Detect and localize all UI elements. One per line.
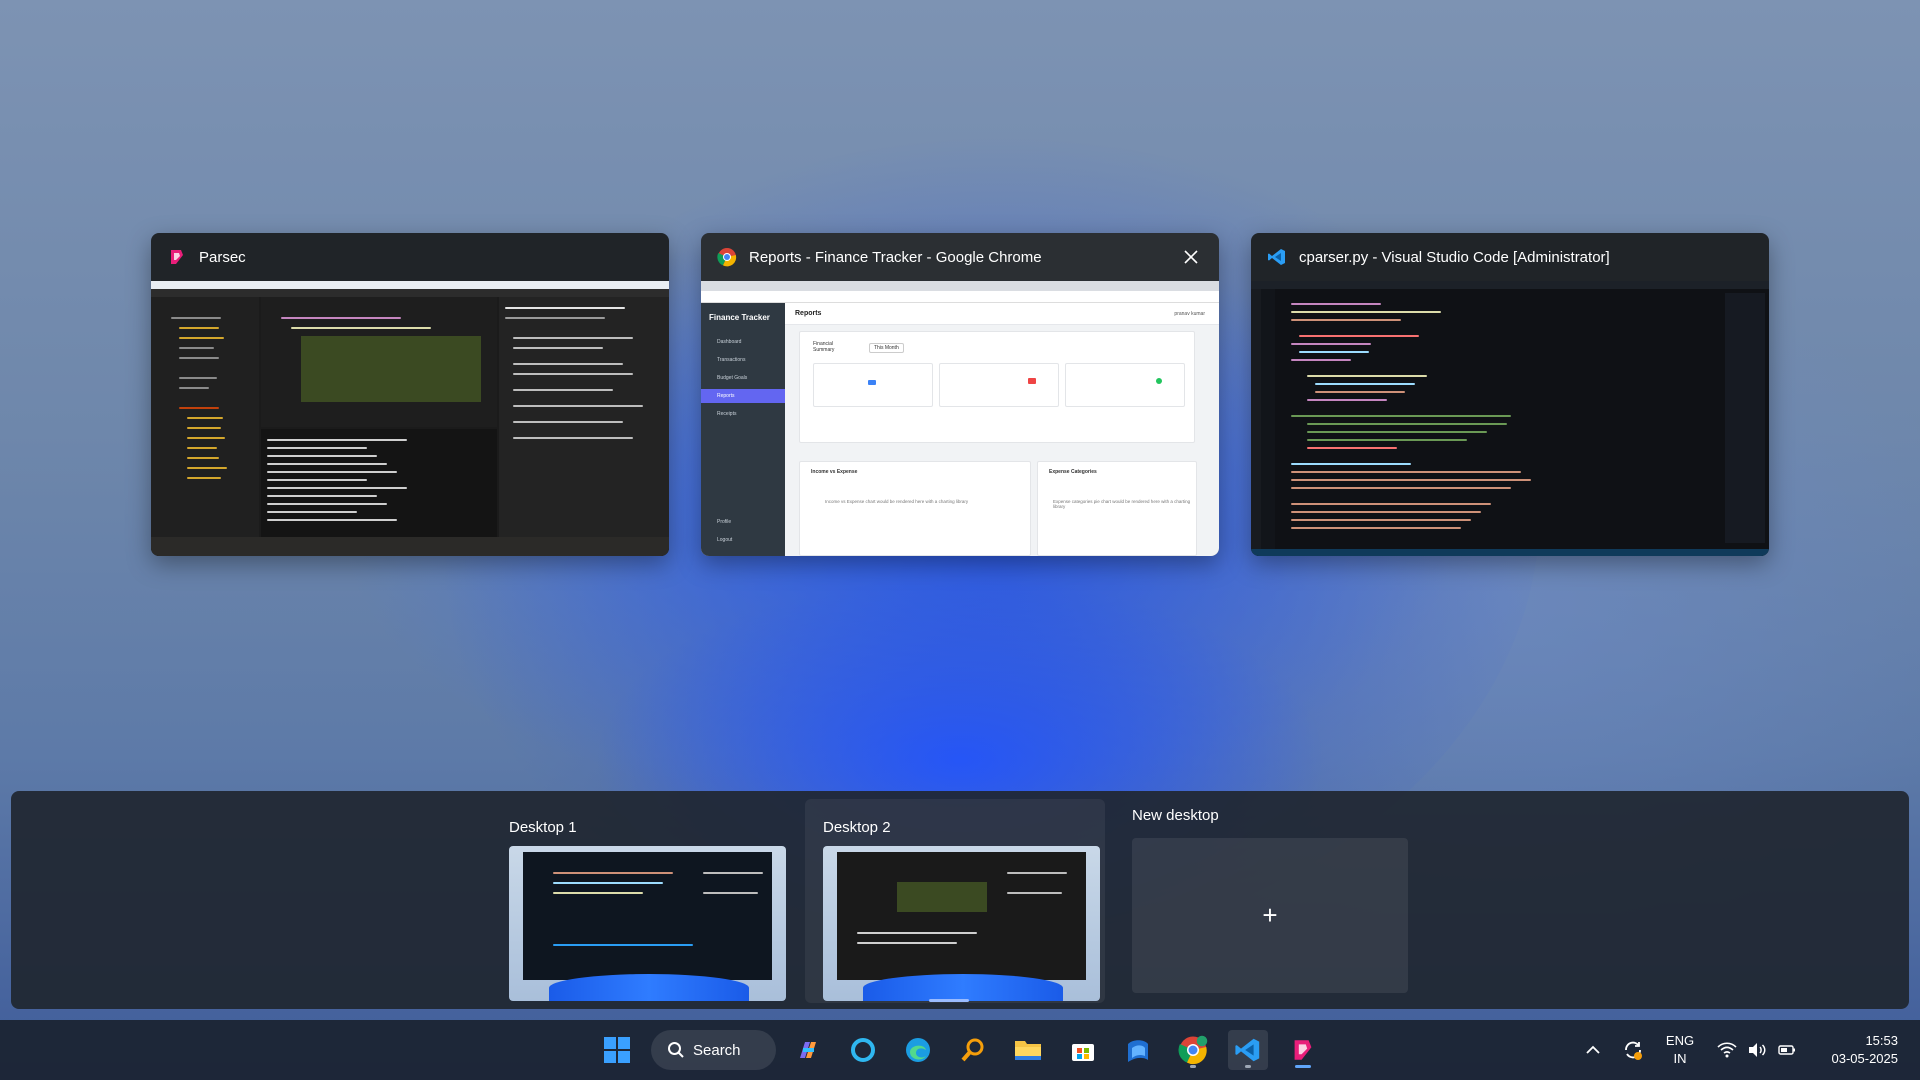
preview-nav-item: Transactions xyxy=(717,357,746,363)
desktop-preview xyxy=(823,846,1100,1001)
battery-icon xyxy=(1778,1045,1795,1055)
close-window-button[interactable] xyxy=(1179,245,1203,269)
preview-card-categories: Expense Categories xyxy=(1049,469,1097,475)
new-desktop-button[interactable]: + xyxy=(1132,838,1408,993)
window-card-chrome[interactable]: Reports - Finance Tracker - Google Chrom… xyxy=(701,233,1219,556)
start-button[interactable] xyxy=(597,1030,637,1070)
window-title: Reports - Finance Tracker - Google Chrom… xyxy=(749,248,1042,266)
window-preview-vscode xyxy=(1251,281,1769,556)
chrome-icon xyxy=(1178,1035,1208,1065)
start-icon xyxy=(604,1037,630,1063)
file-explorer-button[interactable] xyxy=(1008,1030,1048,1070)
taskbar: Search ENG IN 15:53 03-05-2025 xyxy=(0,1020,1920,1080)
taskbar-search[interactable]: Search xyxy=(651,1030,776,1070)
window-header: cparser.py - Visual Studio Code [Adminis… xyxy=(1251,233,1769,281)
preview-nav-item: Dashboard xyxy=(717,339,742,345)
preview-card-income: Income vs Expense xyxy=(811,469,858,475)
preview-income-note: Income vs Expense chart would be rendere… xyxy=(825,499,969,504)
wifi-icon xyxy=(1717,1042,1737,1058)
plus-icon: + xyxy=(1262,900,1278,930)
preview-app-title: Finance Tracker xyxy=(709,313,770,322)
parsec-taskbar-button[interactable] xyxy=(1283,1030,1323,1070)
vscode-icon xyxy=(1235,1038,1260,1062)
copilot-button[interactable] xyxy=(788,1030,828,1070)
parsec-icon xyxy=(171,250,183,264)
edge-button[interactable] xyxy=(898,1030,938,1070)
vscode-icon xyxy=(1268,249,1285,265)
new-desktop-label: New desktop xyxy=(1132,807,1219,824)
running-indicator xyxy=(1190,1065,1196,1068)
desktop-label: Desktop 2 xyxy=(823,819,891,836)
running-indicator xyxy=(1245,1065,1251,1068)
language-code: ENG xyxy=(1665,1033,1695,1048)
chevron-up-icon xyxy=(1586,1045,1600,1054)
window-card-parsec[interactable]: Parsec xyxy=(151,233,669,556)
window-preview-parsec xyxy=(151,281,669,556)
desktop-preview xyxy=(509,846,786,1001)
cortana-icon xyxy=(851,1038,875,1062)
preview-nav-item: Reports xyxy=(701,389,785,403)
preview-page-title: Reports xyxy=(795,310,822,317)
search-icon xyxy=(668,1042,684,1058)
preview-categories-note: Expense categories pie chart would be re… xyxy=(1053,499,1191,509)
search-tool-icon xyxy=(961,1038,984,1062)
sync-icon xyxy=(1625,1041,1642,1060)
window-header: Reports - Finance Tracker - Google Chrom… xyxy=(701,233,1219,281)
store-button[interactable] xyxy=(1063,1030,1103,1070)
copilot-icon xyxy=(800,1042,816,1058)
preview-period-select: This Month xyxy=(869,343,904,353)
close-icon xyxy=(1184,250,1198,264)
preview-user: pranav kumar xyxy=(1174,311,1205,317)
edge-icon xyxy=(906,1038,930,1062)
window-title: cparser.py - Visual Studio Code [Adminis… xyxy=(1299,248,1610,266)
preview-nav-item: Logout xyxy=(717,537,733,543)
desktop-1[interactable]: Desktop 1 xyxy=(491,799,791,1003)
search-label: Search xyxy=(693,1041,741,1059)
window-card-vscode[interactable]: cparser.py - Visual Studio Code [Adminis… xyxy=(1251,233,1769,556)
chrome-taskbar-button[interactable] xyxy=(1173,1030,1213,1070)
quick-settings-button[interactable] xyxy=(1712,1030,1802,1070)
word-icon xyxy=(1128,1040,1148,1062)
vscode-taskbar-button[interactable] xyxy=(1228,1030,1268,1070)
clock-time: 15:53 xyxy=(1865,1033,1898,1048)
store-icon xyxy=(1072,1044,1094,1061)
desktop-2[interactable]: Desktop 2 xyxy=(805,799,1105,1003)
current-desktop-indicator xyxy=(929,999,969,1002)
preview-nav-item: Receipts xyxy=(717,411,737,417)
volume-icon xyxy=(1749,1043,1766,1057)
running-indicator xyxy=(1295,1065,1311,1068)
word-button[interactable] xyxy=(1118,1030,1158,1070)
desktop-label: Desktop 1 xyxy=(509,819,577,836)
cortana-button[interactable] xyxy=(843,1030,883,1070)
preview-nav-item: Profile xyxy=(717,519,732,525)
preview-summary-label: Financial Summary xyxy=(813,341,835,353)
show-hidden-icons-button[interactable] xyxy=(1578,1030,1608,1070)
region-code: IN xyxy=(1673,1051,1687,1066)
clock[interactable]: 15:53 03-05-2025 xyxy=(1812,1032,1899,1068)
window-preview-chrome: Finance Tracker Dashboard Transactions B… xyxy=(701,281,1219,556)
window-header: Parsec xyxy=(151,233,669,281)
chrome-icon xyxy=(717,248,737,267)
window-title: Parsec xyxy=(199,248,246,266)
sync-status-button[interactable] xyxy=(1616,1030,1650,1070)
preview-nav-item: Budget Goals xyxy=(717,375,748,381)
clock-date: 03-05-2025 xyxy=(1831,1051,1899,1066)
search-tool-button[interactable] xyxy=(953,1030,993,1070)
file-explorer-icon xyxy=(1015,1041,1041,1060)
input-language-indicator[interactable]: ENG IN xyxy=(1660,1032,1700,1068)
parsec-icon xyxy=(1294,1040,1312,1060)
